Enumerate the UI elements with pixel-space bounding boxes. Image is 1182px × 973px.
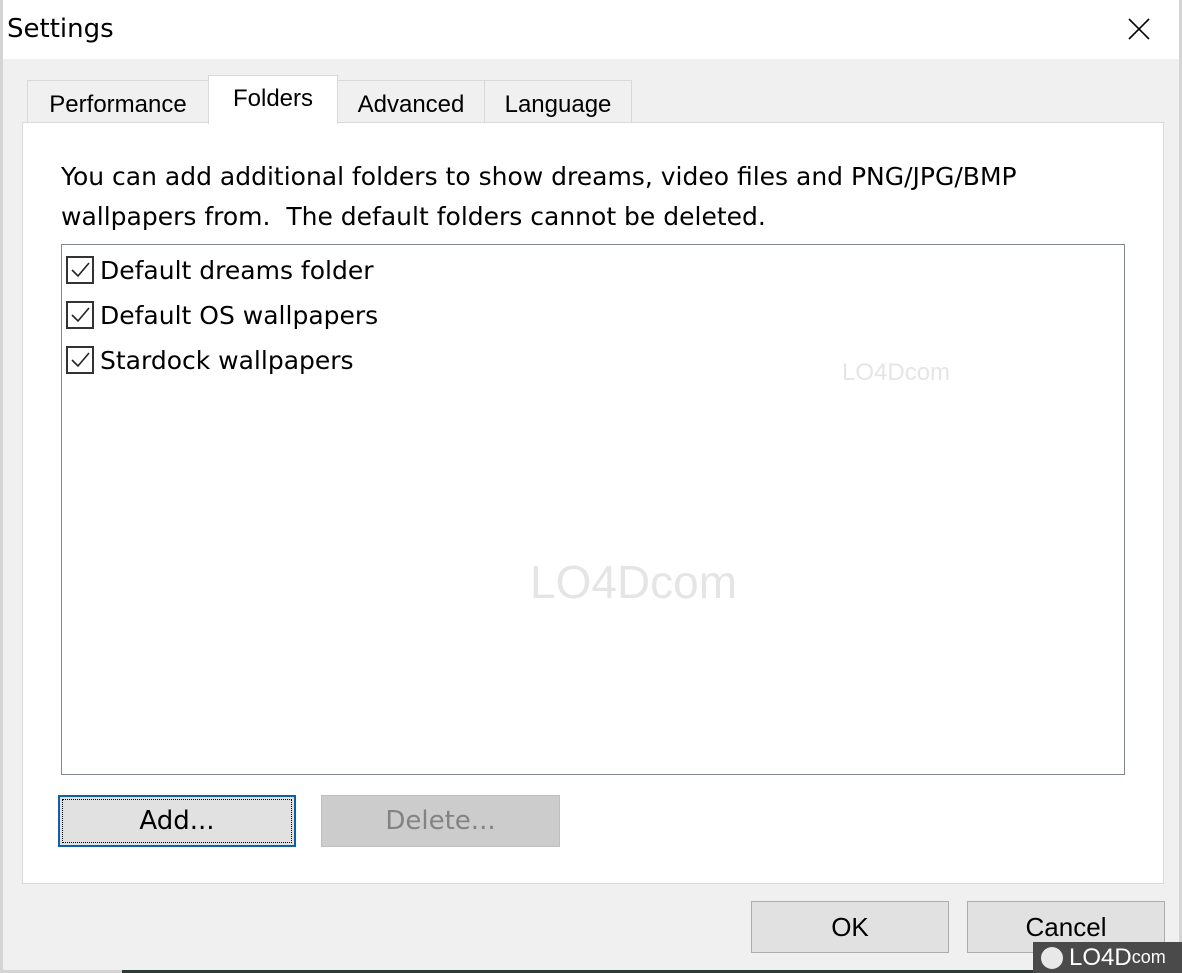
close-button[interactable] (1113, 6, 1165, 52)
folders-tab-panel: You can add additional folders to show d… (22, 122, 1164, 884)
folder-checkbox[interactable] (66, 301, 94, 329)
tab-performance-label: Performance (49, 91, 187, 118)
folders-description: You can add additional folders to show d… (61, 162, 1017, 231)
watermark-large: LO4Dcom (530, 555, 737, 609)
add-folder-button[interactable]: Add... (58, 795, 296, 847)
tab-language-label: Language (504, 91, 612, 118)
folder-checkbox[interactable] (66, 256, 94, 284)
watermark-text: LO4D (530, 556, 651, 608)
tab-folders-label: Folders (232, 85, 314, 112)
watermark-badge-text: LO4D (1069, 943, 1132, 971)
checkmark-icon (71, 307, 90, 323)
window-title: Settings (7, 14, 114, 44)
tab-folders[interactable]: Folders (208, 75, 338, 124)
tab-advanced[interactable]: Advanced (337, 80, 485, 123)
close-icon (1128, 18, 1150, 40)
watermark-small: LO4Dcom (842, 359, 950, 387)
checkmark-icon (71, 352, 90, 368)
tab-language[interactable]: Language (484, 80, 632, 123)
watermark-text: LO4D (842, 359, 905, 386)
watermark-badge: LO4D com (1033, 942, 1182, 973)
folder-label: Default dreams folder (100, 255, 374, 285)
checkmark-icon (71, 262, 90, 278)
folder-item-default-os-wallpapers[interactable]: Default OS wallpapers (66, 297, 378, 333)
title-bar: Settings (3, 0, 1179, 59)
folder-item-stardock-wallpapers[interactable]: Stardock wallpapers (66, 342, 354, 378)
tab-performance[interactable]: Performance (27, 80, 209, 123)
folder-item-default-dreams[interactable]: Default dreams folder (66, 252, 374, 288)
delete-folder-button[interactable]: Delete... (321, 795, 560, 847)
watermark-suffix: com (904, 359, 951, 386)
ok-button[interactable]: OK (751, 901, 949, 953)
folder-list[interactable]: Default dreams folder Default OS wallpap… (61, 244, 1125, 775)
folder-label: Default OS wallpapers (100, 300, 379, 330)
watermark-suffix: com (650, 556, 738, 608)
folder-label: Stardock wallpapers (100, 345, 354, 375)
tab-advanced-label: Advanced (357, 91, 465, 118)
watermark-logo-icon (1041, 946, 1063, 969)
settings-dialog: Settings Performance Folders Advanced La… (0, 0, 1182, 973)
watermark-badge-suffix: com (1131, 947, 1166, 967)
folder-checkbox[interactable] (66, 346, 94, 374)
